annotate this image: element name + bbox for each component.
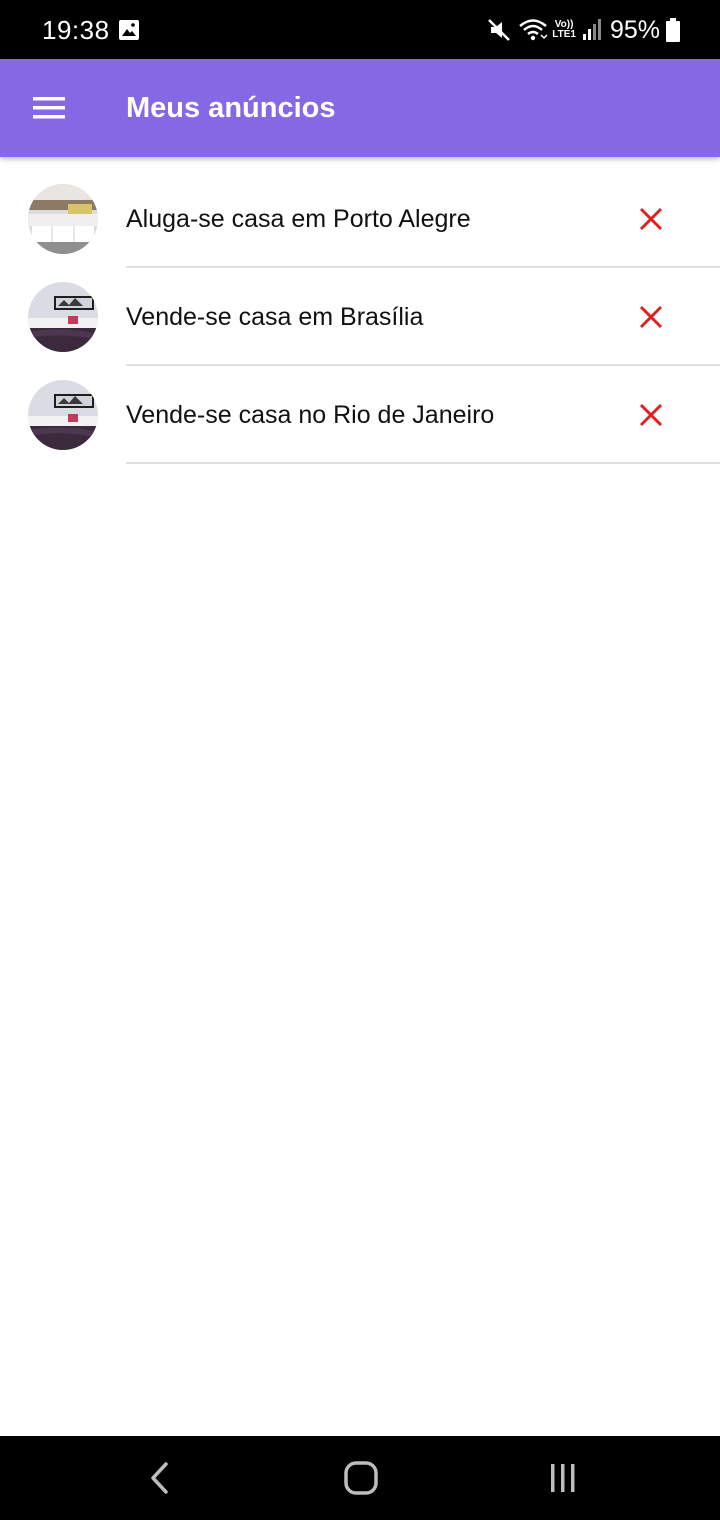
recents-button[interactable] — [533, 1454, 593, 1502]
recents-icon — [551, 1464, 575, 1492]
hamburger-menu-icon — [33, 97, 65, 119]
app-bar: Meus anúncios — [0, 59, 720, 157]
menu-button[interactable] — [22, 84, 76, 132]
wifi-icon — [519, 19, 548, 41]
listing-title: Vende-se casa em Brasília — [126, 303, 424, 331]
listing-title: Aluga-se casa em Porto Alegre — [126, 205, 471, 233]
home-icon — [344, 1461, 378, 1495]
gallery-icon — [118, 19, 140, 41]
signal-icon — [582, 19, 601, 40]
status-icons: Vo)) LTE1 95% — [480, 12, 680, 48]
list-item[interactable]: Aluga-se casa em Porto Alegre — [0, 170, 720, 268]
back-icon — [151, 1462, 168, 1494]
mute-icon — [488, 19, 511, 41]
delete-button[interactable] — [628, 294, 674, 340]
volte-indicator: Vo)) LTE1 — [552, 19, 576, 40]
status-bar: 19:38 Vo)) LTE1 95% — [0, 0, 720, 59]
listing-title: Vende-se casa no Rio de Janeiro — [126, 401, 495, 429]
list-item[interactable]: Vende-se casa no Rio de Janeiro — [0, 366, 720, 464]
delete-button[interactable] — [628, 196, 674, 242]
battery-icon — [666, 18, 680, 42]
listing-list: Aluga-se casa em Porto Alegre Vende-se c… — [0, 170, 720, 464]
listing-thumbnail — [28, 380, 98, 450]
home-button[interactable] — [331, 1454, 391, 1502]
close-icon — [639, 207, 663, 231]
close-icon — [639, 305, 663, 329]
battery-percent: 95% — [609, 16, 660, 44]
navigation-bar — [0, 1436, 720, 1520]
divider — [126, 462, 720, 464]
back-button[interactable] — [130, 1454, 190, 1502]
listing-thumbnail — [28, 282, 98, 352]
delete-button[interactable] — [628, 392, 674, 438]
close-icon — [639, 403, 663, 427]
listing-thumbnail — [28, 184, 98, 254]
list-item[interactable]: Vende-se casa em Brasília — [0, 268, 720, 366]
page-title: Meus anúncios — [126, 92, 336, 124]
status-time: 19:38 — [42, 15, 110, 45]
